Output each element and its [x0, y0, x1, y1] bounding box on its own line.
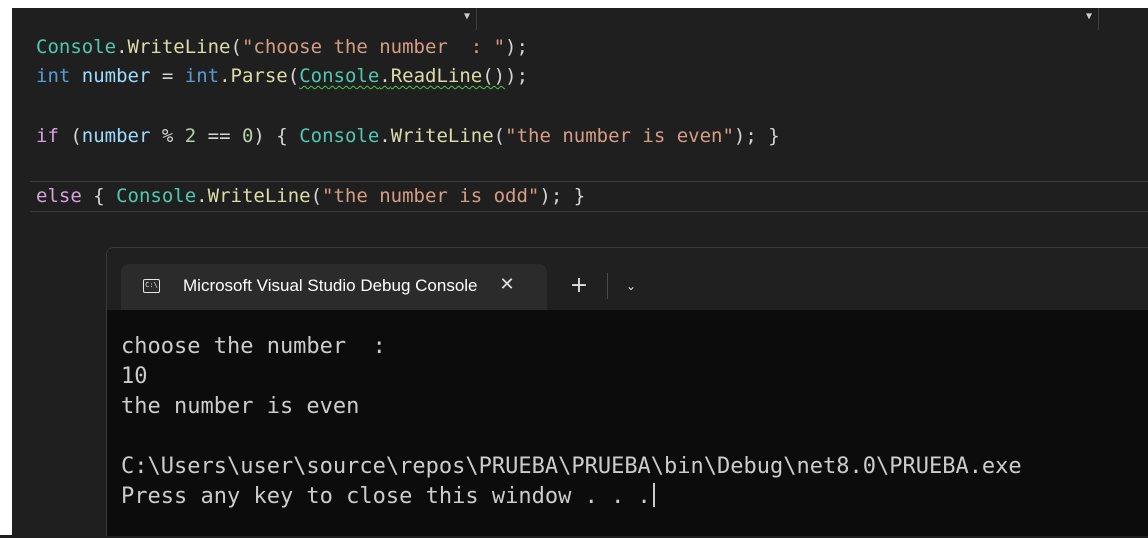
token-method: WriteLine	[207, 185, 311, 207]
chevron-down-icon: ▼	[1085, 11, 1092, 22]
token-punct: .	[379, 125, 391, 147]
token-method: ReadLine	[390, 65, 483, 87]
code-line-2[interactable]: int number = int.Parse(Console.ReadLine(…	[36, 62, 528, 90]
token-punct: {	[81, 185, 117, 207]
token-punct: .	[379, 65, 391, 87]
chevron-down-icon[interactable]: ⌄	[619, 272, 643, 300]
token-class: Console	[36, 36, 117, 58]
window-left-border	[0, 0, 12, 535]
token-class: Console	[116, 185, 197, 207]
tab-debug-console[interactable]: C:\ Microsoft Visual Studio Debug Consol…	[121, 264, 547, 310]
token-punct: );	[505, 36, 528, 58]
type-dropdown[interactable]: ▼	[12, 8, 477, 30]
token-class: Console	[299, 125, 380, 147]
token-punct: ==	[196, 125, 242, 147]
terminal-tab-bar: C:\ Microsoft Visual Studio Debug Consol…	[107, 248, 1148, 310]
token-punct: .	[196, 185, 208, 207]
token-punct: .	[116, 36, 128, 58]
token-punct: (	[230, 36, 242, 58]
window-top-border	[0, 0, 1148, 8]
token-number: 0	[241, 125, 254, 147]
token-string: "the number is odd"	[322, 185, 540, 207]
text-cursor	[652, 483, 655, 507]
token-string: "the number is even"	[505, 125, 734, 147]
token-punct: %	[150, 125, 185, 147]
tab-separator	[607, 273, 608, 299]
token-number: 2	[184, 125, 197, 147]
console-icon: C:\	[143, 279, 160, 293]
token-punct: ); }	[733, 125, 780, 147]
token-method: WriteLine	[127, 36, 231, 58]
member-dropdown[interactable]: ▼	[478, 8, 1099, 30]
output-line-text: Press any key to close this window . . .	[121, 484, 651, 509]
warning-squiggle[interactable]: Console.ReadLine()	[299, 65, 505, 87]
navigation-bar: ▼ ▼	[12, 8, 1148, 30]
token-keyword: int	[184, 65, 220, 87]
token-punct: (	[58, 125, 82, 147]
token-punct: ) {	[253, 125, 300, 147]
token-method: WriteLine	[390, 125, 494, 147]
new-tab-button[interactable]: +	[565, 272, 593, 300]
token-punct: );	[505, 65, 529, 87]
token-class: Console	[299, 65, 380, 87]
token-punct: (	[493, 125, 506, 147]
token-string: "choose the number : "	[241, 36, 506, 58]
code-line-4[interactable]: if (number % 2 == 0) { Console.WriteLine…	[36, 122, 780, 150]
token-method: Parse	[230, 65, 288, 87]
token-variable: number	[81, 65, 151, 87]
output-line: the number is even	[121, 394, 360, 419]
code-line-6[interactable]: else { Console.WriteLine("the number is …	[36, 182, 585, 210]
token-control: else	[36, 185, 82, 207]
token-control: if	[36, 125, 59, 147]
token-punct: ()	[482, 65, 506, 87]
output-line-prompt: Press any key to close this window . . .	[121, 482, 655, 512]
output-line: choose the number :	[121, 334, 386, 359]
token-keyword: int	[36, 65, 71, 87]
token-punct: =	[150, 65, 185, 87]
token-variable: number	[81, 125, 151, 147]
console-output[interactable]: choose the number : 10 the number is eve…	[121, 328, 1141, 538]
token-punct: (	[310, 185, 323, 207]
token-punct: .	[219, 65, 231, 87]
close-icon[interactable]: ✕	[495, 273, 519, 297]
token-punct: ); }	[539, 185, 586, 207]
debug-console-window[interactable]: C:\ Microsoft Visual Studio Debug Consol…	[106, 247, 1148, 536]
chevron-down-icon: ▼	[463, 11, 470, 22]
output-line: 10	[121, 364, 148, 389]
token-punct: (	[287, 65, 300, 87]
output-line: C:\Users\user\source\repos\PRUEBA\PRUEBA…	[121, 454, 1022, 479]
tab-title: Microsoft Visual Studio Debug Console	[183, 276, 478, 295]
code-line-1[interactable]: Console.WriteLine("choose the number : "…	[36, 33, 528, 61]
